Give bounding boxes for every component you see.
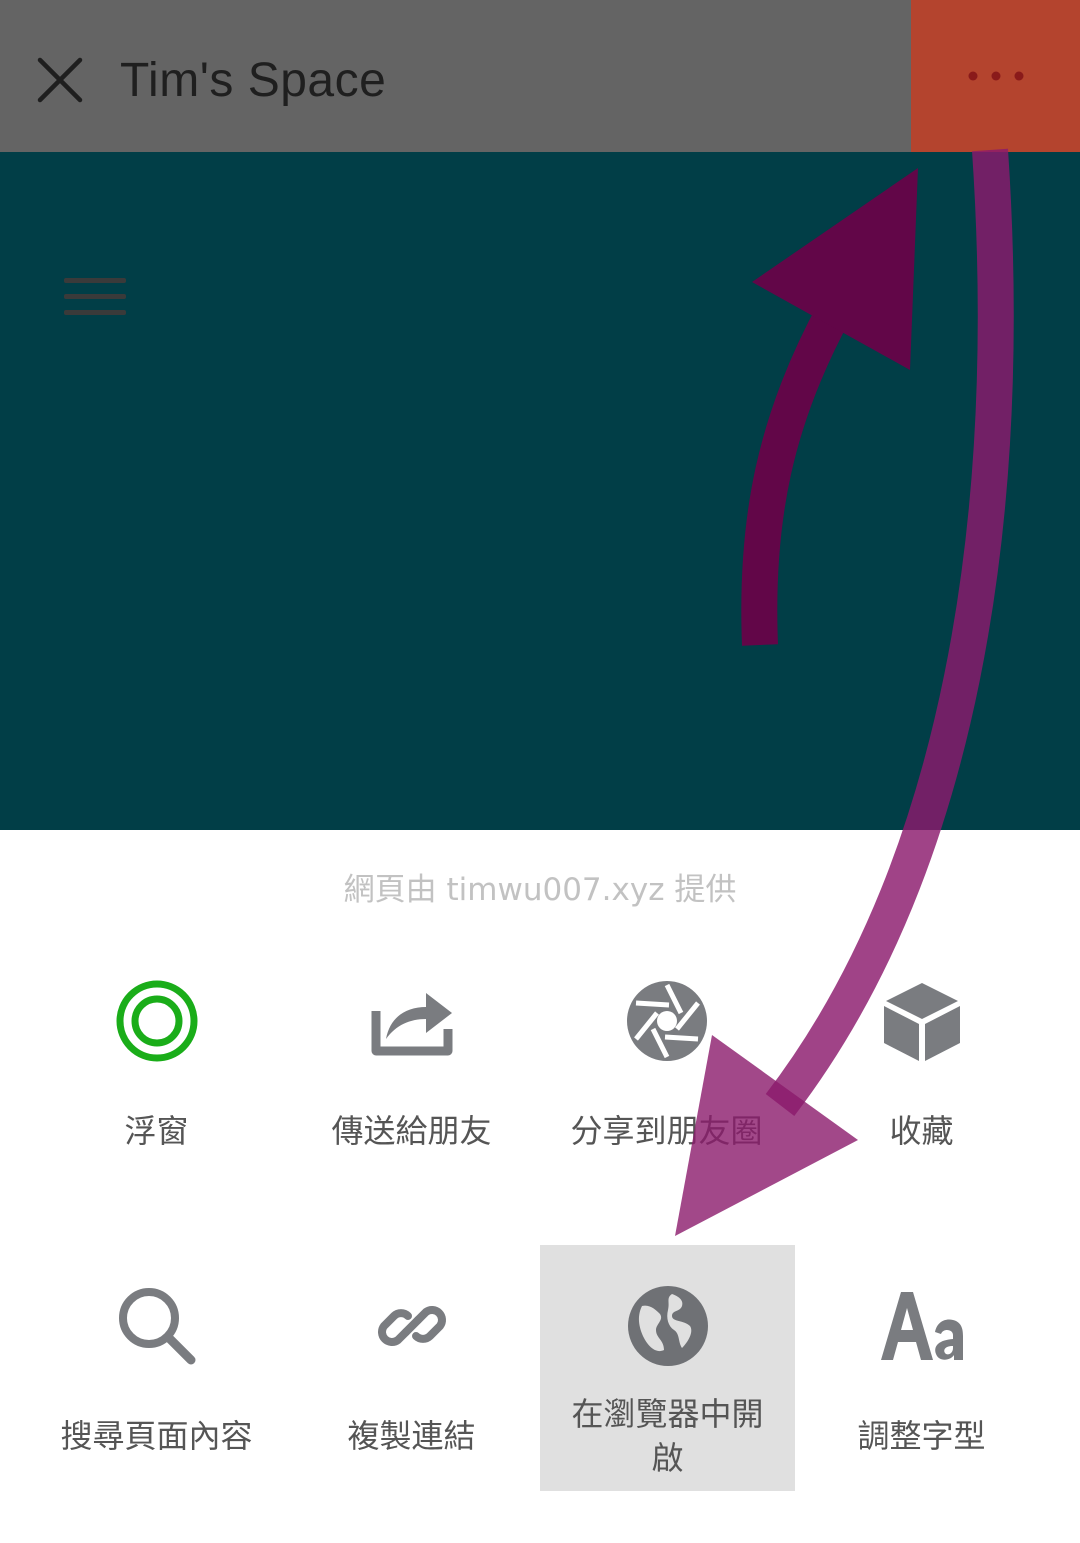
favorite-cube-icon <box>874 973 970 1069</box>
menu-item-label: 在瀏覽器中開啟 <box>571 1395 764 1477</box>
menu-item-label: 浮窗 <box>124 1112 189 1150</box>
menu-item-favorite[interactable]: 收藏 <box>794 973 1049 1153</box>
hamburger-icon[interactable] <box>64 278 128 318</box>
web-content-area <box>0 152 1080 830</box>
menu-item-floating-window[interactable]: 浮窗 <box>29 973 284 1153</box>
menu-item-open-in-browser[interactable]: 在瀏覽器中開啟 <box>540 1245 795 1491</box>
link-icon <box>364 1278 460 1374</box>
menu-item-label: 傳送給朋友 <box>331 1112 492 1150</box>
menu-item-search-page[interactable]: 搜尋頁面內容 <box>29 1278 284 1458</box>
share-arrow-icon <box>364 973 460 1069</box>
moments-shutter-icon <box>619 973 715 1069</box>
menu-item-send-to-friend[interactable]: 傳送給朋友 <box>284 973 539 1153</box>
menu-item-label: 複製連結 <box>347 1417 476 1455</box>
more-dots-icon <box>968 71 1023 81</box>
menu-item-copy-link[interactable]: 複製連結 <box>284 1278 539 1458</box>
page-title: Tim's Space <box>120 54 387 107</box>
more-options-button[interactable] <box>911 0 1080 152</box>
menu-item-adjust-font[interactable]: 調整字型 <box>794 1278 1049 1458</box>
share-sheet: 網頁由 timwu007.xyz 提供 浮窗 傳送給朋友 分享到朋友圈 收藏 搜… <box>0 830 1080 1543</box>
provider-text: 網頁由 timwu007.xyz 提供 <box>343 872 737 908</box>
close-button[interactable] <box>26 46 94 114</box>
floating-window-icon <box>109 973 205 1069</box>
menu-item-label: 調整字型 <box>857 1417 986 1455</box>
menu-item-share-moments[interactable]: 分享到朋友圈 <box>539 973 794 1153</box>
close-icon <box>37 57 83 103</box>
menu-item-label: 搜尋頁面內容 <box>60 1417 253 1455</box>
font-aa-icon <box>874 1278 970 1374</box>
menu-item-label: 收藏 <box>889 1112 954 1150</box>
globe-icon <box>620 1278 716 1374</box>
top-bar: Tim's Space <box>0 0 1080 152</box>
menu-item-label: 分享到朋友圈 <box>570 1112 763 1150</box>
search-icon <box>109 1278 205 1374</box>
